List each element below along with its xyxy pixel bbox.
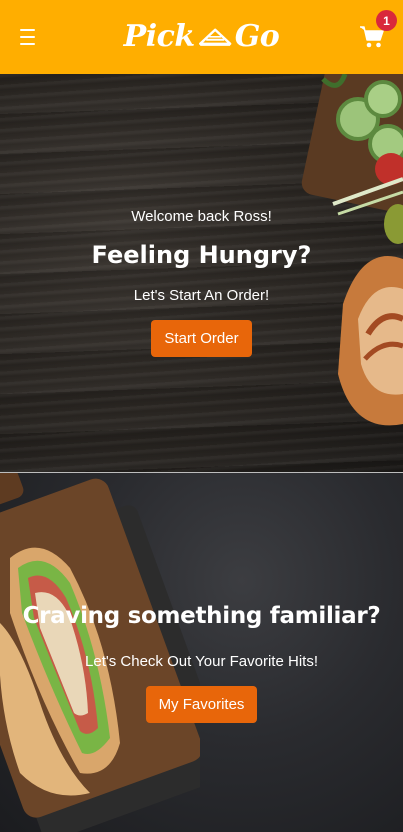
app-header: Pick Go 1 [0,0,403,74]
cart-count-badge: 1 [376,10,397,31]
shopping-cart-button[interactable]: 1 [359,10,397,50]
favorites-content: Craving something familiar? Let's Check … [23,603,381,723]
start-order-content: Welcome back Ross! Feeling Hungry? Let's… [91,207,312,357]
start-order-button[interactable]: Start Order [151,319,252,357]
start-order-hero: Welcome back Ross! Feeling Hungry? Let's… [0,74,403,472]
logo-text-go: Go [234,18,280,54]
favorites-subtitle: Let's Check Out Your Favorite Hits! [85,652,318,670]
hamburger-menu-icon[interactable] [20,29,40,45]
start-order-subtitle: Let's Start An Order! [133,286,270,304]
logo-text-pick: Pick [123,18,196,54]
favorites-hero: Craving something familiar? Let's Check … [0,473,403,832]
welcome-message: Welcome back Ross! [131,207,272,225]
craving-heading: Craving something familiar? [22,602,381,629]
brand-logo[interactable]: Pick Go [124,19,280,54]
logo-sandwich-icon [198,28,231,46]
my-favorites-button[interactable]: My Favorites [145,685,258,723]
feeling-hungry-heading: Feeling Hungry? [91,240,312,269]
